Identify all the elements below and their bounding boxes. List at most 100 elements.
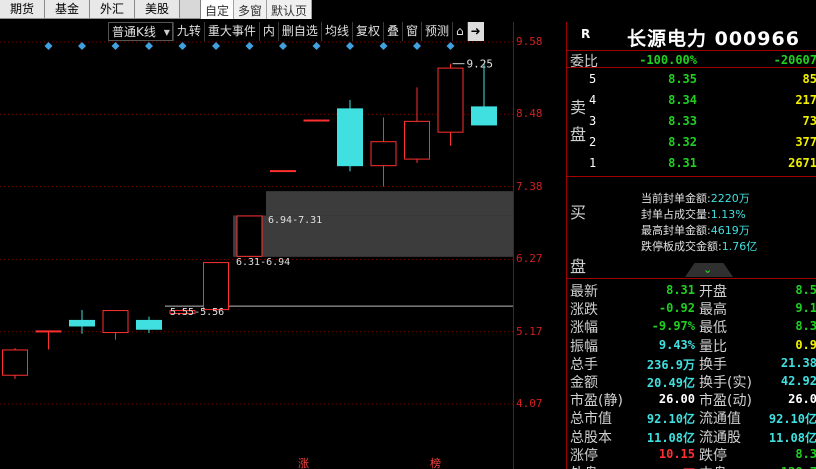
chart-toolbar: 普通K线 九转 重大事件 内 删自选 均线 复权 叠 窗 预测 ⌂ ➜ (108, 22, 484, 42)
price-gap-box (266, 191, 513, 216)
quote-label: 跌停 (699, 447, 727, 464)
gap-label: 6.31-6.94 (236, 257, 290, 268)
event-marker-icon (44, 42, 53, 50)
toolbar-adjust[interactable]: 复权 (351, 22, 383, 41)
stock-code-label: R (581, 27, 591, 41)
sell-price: 8.34 (668, 93, 697, 107)
event-marker-icon (245, 42, 254, 50)
toolbar-nine-turn[interactable]: 九转 (172, 22, 204, 41)
sell-price: 8.31 (668, 156, 697, 170)
lock-icon[interactable]: ⌂ (452, 22, 467, 41)
market-tabs: 期货 基金 外汇 美股 (0, 0, 200, 19)
sell-price: 8.35 (668, 72, 697, 86)
toolbar-remove-watchlist[interactable]: 删自选 (277, 22, 321, 41)
tab-us-stocks[interactable]: 美股 (135, 0, 181, 18)
seal-info-row: 封单占成交量:1.13% (641, 208, 746, 221)
candle-body (203, 262, 229, 311)
toolbar-window[interactable]: 窗 (401, 22, 421, 41)
quote-value: 9.43% (658, 337, 695, 352)
seal-info-row: 当前封单金额:2220万 (641, 192, 750, 205)
kline-chart[interactable]: 5.55-5.56 6.31-6.94 6.94-7.31 9.25 涨 榜 (0, 22, 566, 469)
quote-value: 8.3 (795, 446, 816, 461)
quote-value: 8.3 (795, 319, 816, 334)
toolbar-moving-average[interactable]: 均线 (320, 22, 352, 41)
order-ratio-pct: -100.00% (639, 53, 697, 67)
quote-value: 128.7 (752, 465, 816, 469)
book-divider (567, 176, 816, 177)
candle-body (136, 319, 162, 330)
tab-default-page[interactable]: 默认页 (267, 0, 313, 19)
quote-value: 42.92 (780, 374, 816, 388)
toolbar-major-events[interactable]: 重大事件 (203, 22, 259, 41)
quote-label: 市盈(动) (699, 393, 752, 410)
event-marker-icon (279, 42, 287, 50)
tab-funds[interactable]: 基金 (45, 0, 91, 18)
candle-body (437, 67, 464, 133)
sell-level: 5 (589, 72, 597, 86)
tab-multi-window[interactable]: 多窗 (234, 0, 268, 19)
sell-volume: 73 (802, 114, 816, 128)
quote-value: 108.2万 (627, 465, 695, 469)
tab-forex[interactable]: 外汇 (90, 0, 136, 18)
kline-type-select[interactable]: 普通K线 (108, 22, 173, 42)
quote-value: -9.97% (651, 319, 695, 334)
quotes-divider (567, 278, 816, 279)
quote-label: 内盘 (699, 463, 727, 469)
quote-label: 总手 (570, 356, 598, 373)
price-tick-label: 5.17 (516, 324, 543, 338)
quote-label: 振幅 (570, 338, 598, 355)
candle-body (337, 108, 363, 167)
chevron-down-icon[interactable]: ⌄ (703, 263, 712, 276)
order-ratio-diff: -20607 (773, 53, 816, 67)
quote-value: 21.38 (780, 355, 816, 370)
sell-level: 2 (589, 135, 597, 149)
order-ratio-row: 委比 -100.00% -20607 (567, 50, 816, 70)
quote-value: 92.10亿 (768, 412, 816, 427)
candle-body (471, 106, 497, 126)
kline-svg: 5.55-5.56 6.31-6.94 6.94-7.31 9.25 涨 榜 (0, 41, 513, 469)
price-tick-label: 6.27 (516, 252, 543, 266)
quote-label: 流通股 (699, 429, 741, 446)
quote-value: 11.08亿 (646, 430, 695, 445)
quote-value: 10.15 (658, 446, 695, 461)
quote-value: 92.10亿 (646, 412, 695, 427)
quote-label: 量比 (699, 338, 727, 355)
sell-side-label: 卖盘 (570, 98, 587, 144)
candle-body (69, 319, 95, 327)
event-marker-icon (413, 42, 421, 50)
seal-info-row: 最高封单金额:4619万 (641, 224, 750, 237)
quote-value: 26.0 (788, 392, 816, 407)
tab-futures[interactable]: 期货 (0, 0, 46, 18)
quote-value: 236.9万 (646, 357, 695, 372)
sell-level: 4 (589, 93, 597, 107)
price-tick-label: 8.48 (516, 107, 543, 121)
event-marker-icon (446, 42, 455, 50)
quote-value: 8.31 (666, 283, 695, 297)
quote-panel: R 长源电力 000966 委比 -100.00% -20607 卖盘 5 8.… (566, 22, 816, 469)
event-marker-icon (212, 42, 220, 50)
quote-label: 总股本 (570, 429, 612, 446)
sell-price: 8.32 (668, 135, 697, 149)
quote-label: 最高 (699, 302, 727, 319)
toolbar-inner[interactable]: 内 (258, 22, 278, 41)
quote-label: 最新 (570, 284, 598, 300)
quote-label: 最低 (699, 320, 727, 337)
event-marker-icon (178, 42, 187, 50)
stock-header: R 长源电力 000966 (567, 22, 816, 50)
toolbar-overlay[interactable]: 叠 (382, 22, 402, 41)
sell-volume: 85 (802, 72, 816, 86)
tab-custom[interactable]: 自定 (201, 0, 235, 19)
quote-value: 0.9 (795, 337, 816, 352)
quote-label: 换手(实) (699, 375, 752, 391)
quote-value: 20.49亿 (646, 376, 695, 390)
candle-body (270, 170, 296, 173)
quote-label: 涨停 (570, 447, 598, 464)
candle-body (236, 215, 263, 257)
quote-label: 金额 (570, 375, 598, 391)
expand-panel-icon[interactable]: ➜ (466, 22, 484, 41)
toolbar-forecast[interactable]: 预测 (421, 22, 452, 41)
candle-body (303, 119, 330, 122)
quote-value: 9.1 (795, 301, 816, 316)
quote-label: 市盈(静) (570, 393, 623, 410)
price-tick-label: 4.07 (516, 397, 543, 410)
